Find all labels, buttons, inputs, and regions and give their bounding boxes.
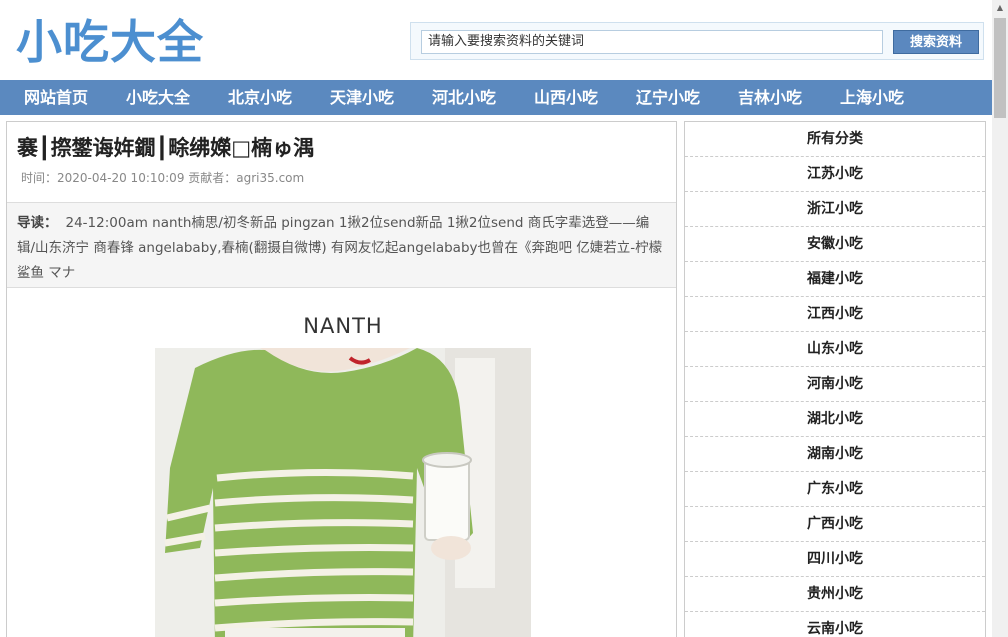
nav-item-hebei[interactable]: 河北小吃 [432,80,496,115]
category-item-anhui[interactable]: 安徽小吃 [685,227,985,262]
summary-label: 导读： [17,215,58,231]
nav-item-home[interactable]: 网站首页 [24,80,88,115]
category-item-hubei[interactable]: 湖北小吃 [685,402,985,437]
article-title: 褰┃摖鐢诲姩鐗┃畭绋嬫□楠ゅ湡 [17,136,315,160]
nav-item-jilin[interactable]: 吉林小吃 [738,80,802,115]
scroll-up-arrow-icon[interactable]: ▲ [992,0,1008,16]
header: 小吃大全 请输入要搜索资料的关键词 搜索资料 [0,0,992,80]
category-item-henan[interactable]: 河南小吃 [685,367,985,402]
article-image: NANTH [155,314,531,637]
nav-item-snacks[interactable]: 小吃大全 [126,80,190,115]
category-item-fujian[interactable]: 福建小吃 [685,262,985,297]
nav-item-beijing[interactable]: 北京小吃 [228,80,292,115]
category-item-yunnan[interactable]: 云南小吃 [685,612,985,637]
sweater-photo [155,348,531,637]
main-nav: 网站首页 小吃大全 北京小吃 天津小吃 河北小吃 山西小吃 辽宁小吃 吉林小吃 … [0,80,992,115]
site-logo[interactable]: 小吃大全 [16,12,204,72]
nav-item-tianjin[interactable]: 天津小吃 [330,80,394,115]
nav-item-shanghai[interactable]: 上海小吃 [840,80,904,115]
search-input[interactable]: 请输入要搜索资料的关键词 [421,30,883,54]
category-item-guangdong[interactable]: 广东小吃 [685,472,985,507]
nav-item-liaoning[interactable]: 辽宁小吃 [636,80,700,115]
category-item-sichuan[interactable]: 四川小吃 [685,542,985,577]
sweater-illustration [155,348,531,637]
scrollbar-thumb[interactable] [994,18,1006,118]
category-item-jiangxi[interactable]: 江西小吃 [685,297,985,332]
nav-item-shanxi[interactable]: 山西小吃 [534,80,598,115]
image-brand-text: NANTH [303,314,383,338]
category-item-zhejiang[interactable]: 浙江小吃 [685,192,985,227]
category-item-hunan[interactable]: 湖南小吃 [685,437,985,472]
category-item-shandong[interactable]: 山东小吃 [685,332,985,367]
article-summary: 导读： 24-12:00am nanth楠思/初冬新品 pingzan 1揪2位s… [7,202,676,288]
summary-text: 24-12:00am nanth楠思/初冬新品 pingzan 1揪2位send… [17,215,663,281]
category-sidebar: 所有分类 江苏小吃 浙江小吃 安徽小吃 福建小吃 江西小吃 山东小吃 河南小吃 … [684,121,986,637]
category-item-jiangsu[interactable]: 江苏小吃 [685,157,985,192]
search-box: 请输入要搜索资料的关键词 搜索资料 [410,22,984,60]
category-item-all[interactable]: 所有分类 [685,122,985,157]
search-button[interactable]: 搜索资料 [893,30,979,54]
category-item-guangxi[interactable]: 广西小吃 [685,507,985,542]
category-item-guizhou[interactable]: 贵州小吃 [685,577,985,612]
page: 小吃大全 请输入要搜索资料的关键词 搜索资料 网站首页 小吃大全 北京小吃 天津… [0,0,992,637]
article: 褰┃摖鐢诲姩鐗┃畭绋嬫□楠ゅ湡 时间：2020-04-20 10:10:09 贡… [6,121,677,637]
page-scrollbar[interactable]: ▲ [992,0,1008,637]
article-meta: 时间：2020-04-20 10:10:09 贡献者：agri35.com [21,171,305,185]
